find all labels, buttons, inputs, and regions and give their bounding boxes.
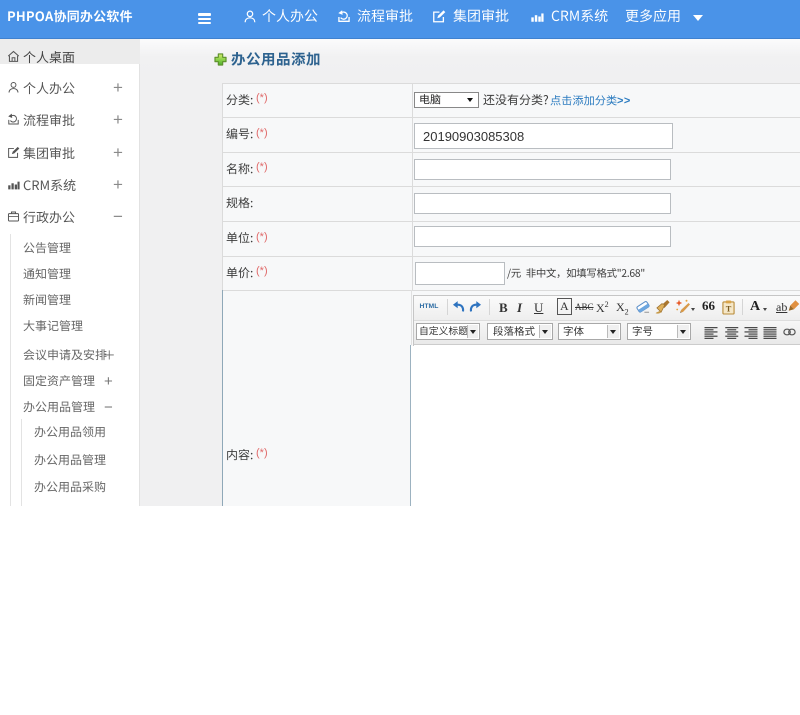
svg-text:T: T xyxy=(726,305,732,314)
